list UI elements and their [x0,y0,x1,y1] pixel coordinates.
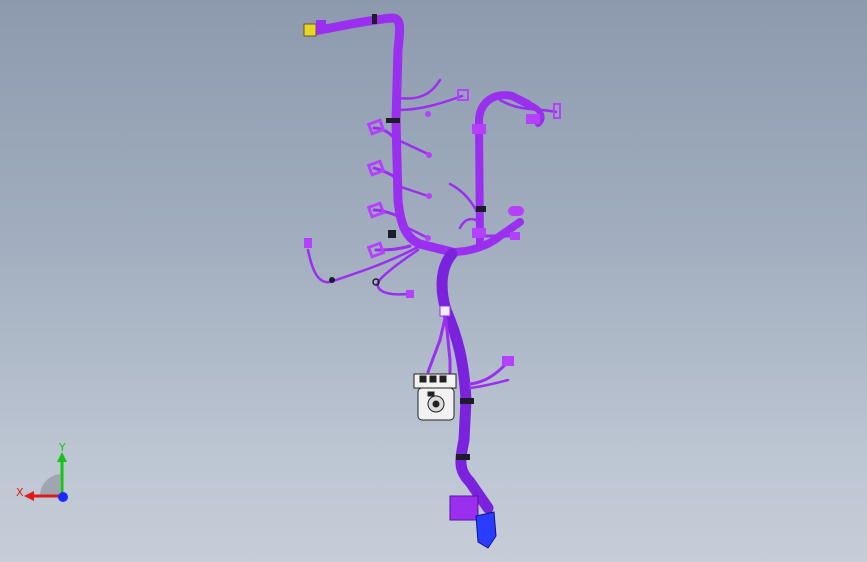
connector-tip-upper[interactable] [425,111,431,117]
connector-right-trunk-block[interactable] [472,124,486,134]
connector-bottom-large[interactable] [449,495,479,521]
clip-1[interactable] [372,14,377,24]
connector-top-left-2[interactable] [316,20,326,30]
triad-graphic [24,452,68,502]
clip-5[interactable] [460,398,474,404]
harness-branch-b[interactable] [396,184,430,198]
harness-branch-module-1[interactable] [426,312,448,374]
clip-7[interactable] [329,277,335,283]
graphics-viewport[interactable]: X Y [0,0,867,562]
connector-lower-left[interactable] [406,290,414,298]
connector-junction-block[interactable] [472,228,486,238]
harness-branch-a[interactable] [396,138,430,156]
connector-right-top-2[interactable] [553,103,561,119]
x-axis-head [24,491,34,501]
connector-mid-right[interactable] [502,356,514,366]
wire-harness-model[interactable] [0,0,867,562]
sensor-module[interactable] [413,373,457,421]
coordinate-triad: X Y [10,440,80,510]
connector-right-3[interactable] [510,232,520,240]
clip-6[interactable] [456,454,470,460]
x-axis-label: X [16,486,24,499]
connector-right-dome[interactable] [508,206,524,216]
harness-trunk-upper[interactable] [305,13,457,257]
connector-tip-a[interactable] [426,152,432,158]
connector-right-top[interactable] [526,114,540,124]
z-axis-dot [58,492,68,502]
connector-upper-right[interactable] [457,89,469,101]
connector-top-left[interactable] [303,23,317,37]
connector-end-blue[interactable] [475,511,497,549]
connector-tip-b[interactable] [426,193,432,199]
harness-branch-right-1[interactable] [448,182,482,220]
clip-4[interactable] [476,206,486,212]
clip-2[interactable] [386,118,400,123]
y-axis-label: Y [59,441,66,454]
clip-3[interactable] [388,230,396,238]
harness-branch-long-left[interactable] [306,244,422,284]
triad-plane [39,474,60,496]
connector-tip-c[interactable] [425,235,431,241]
connector-far-left[interactable] [304,238,312,248]
harness-branch-upper[interactable] [396,78,442,100]
connector-trunk-white[interactable] [439,305,451,317]
